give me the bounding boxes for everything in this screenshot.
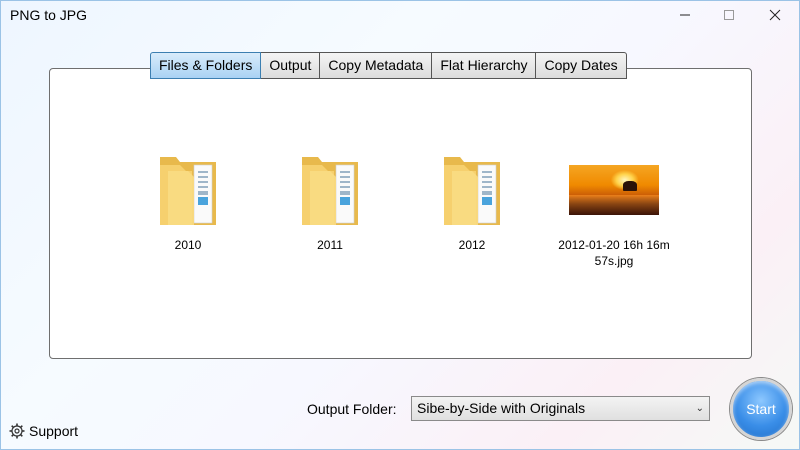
support-link[interactable]: Support (9, 423, 78, 439)
output-folder-select[interactable]: Sibe-by-Side with Originals ⌄ (411, 396, 710, 421)
gear-icon (9, 423, 25, 439)
image-thumbnail (569, 165, 659, 215)
minimize-button[interactable] (662, 0, 708, 30)
folder-item[interactable]: 2011 (265, 155, 395, 253)
file-item[interactable]: 2012-01-20 16h 16m 57s.jpg (549, 155, 679, 269)
item-name: 2012-01-20 16h 16m 57s.jpg (558, 238, 670, 268)
folder-icon (302, 157, 358, 225)
output-folder-label: Output Folder: (307, 401, 397, 417)
start-button[interactable]: Start (730, 378, 792, 440)
tab-bar: Files & Folders Output Copy Metadata Fla… (150, 52, 627, 79)
files-panel: 2010 2011 2012 2012-01-20 16h 16m 57s.jp… (49, 68, 752, 359)
maximize-button[interactable] (706, 0, 752, 30)
tab-files-folders[interactable]: Files & Folders (150, 52, 262, 79)
item-name: 2011 (317, 238, 343, 252)
close-icon (769, 9, 781, 21)
item-name: 2012 (458, 238, 486, 252)
output-folder-value: Sibe-by-Side with Originals (417, 400, 586, 416)
start-label: Start (746, 401, 776, 417)
tab-flat-hierarchy[interactable]: Flat Hierarchy (432, 52, 537, 79)
chevron-down-icon: ⌄ (695, 403, 704, 414)
app-title: PNG to JPG (10, 7, 88, 23)
tab-copy-dates[interactable]: Copy Dates (536, 52, 627, 79)
folder-item[interactable]: 2012 (407, 155, 537, 253)
title-bar[interactable]: PNG to JPG (0, 0, 800, 32)
folder-item[interactable]: 2010 (123, 155, 253, 253)
tab-copy-metadata[interactable]: Copy Metadata (320, 52, 433, 79)
tab-output[interactable]: Output (261, 52, 321, 79)
folder-icon (160, 157, 216, 225)
item-name: 2010 (174, 238, 202, 252)
folder-icon (444, 157, 500, 225)
close-button[interactable] (752, 0, 798, 30)
minimize-icon (680, 14, 690, 16)
maximize-icon (724, 10, 734, 20)
support-label: Support (29, 423, 79, 439)
